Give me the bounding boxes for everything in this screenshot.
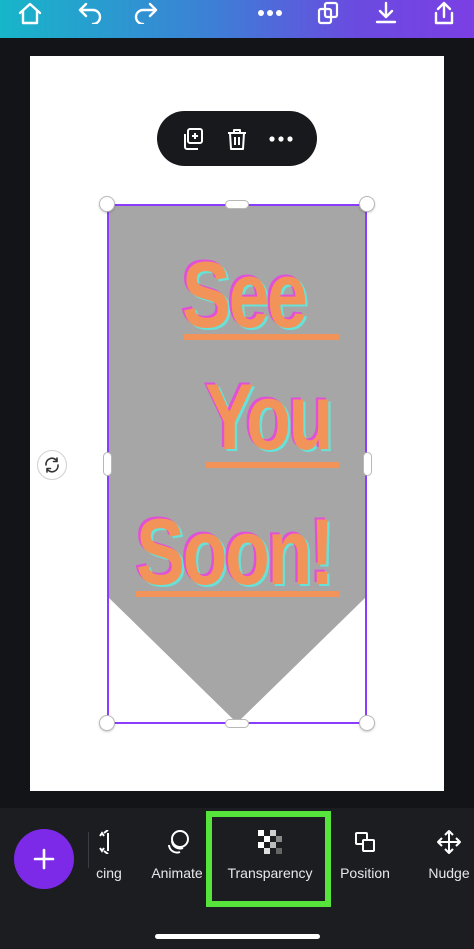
resize-handle-right[interactable] (363, 452, 372, 476)
selection-box (107, 204, 367, 724)
canva-editor: See You Soon! cing Animate Transparency … (0, 0, 474, 949)
trash-icon[interactable] (220, 122, 254, 156)
plus-icon (33, 848, 55, 870)
tool-label: Position (340, 865, 390, 881)
spacing-icon (94, 820, 118, 864)
resize-handle-bottom-right[interactable] (359, 715, 375, 731)
tool-label: cing (96, 865, 122, 881)
resize-handle-top[interactable] (225, 200, 249, 209)
home-indicator (155, 934, 320, 939)
add-button[interactable] (14, 829, 74, 889)
resize-handle-bottom[interactable] (225, 719, 249, 728)
nudge-icon (436, 820, 462, 864)
animate-icon (163, 820, 191, 864)
transparency-highlight (206, 811, 331, 907)
resize-handle-top-right[interactable] (359, 196, 375, 212)
duplicate-icon[interactable] (176, 122, 210, 156)
tool-animate[interactable]: Animate (148, 820, 206, 900)
resize-handle-left[interactable] (103, 452, 112, 476)
tool-spacing[interactable]: cing (86, 820, 126, 900)
redo-icon[interactable] (128, 0, 164, 26)
more-icon[interactable] (252, 0, 288, 26)
tool-label: Animate (151, 865, 203, 881)
home-icon[interactable] (12, 0, 48, 26)
tool-position[interactable]: Position (338, 820, 392, 900)
top-toolbar (0, 0, 474, 38)
share-icon[interactable] (426, 0, 462, 26)
resize-handle-top-left[interactable] (99, 196, 115, 212)
undo-icon[interactable] (72, 0, 108, 26)
tool-label: Nudge (428, 865, 470, 881)
position-icon (353, 820, 377, 864)
download-icon[interactable] (368, 0, 404, 26)
rotate-icon (45, 457, 59, 473)
more-options-icon[interactable] (264, 122, 298, 156)
element-context-menu (157, 111, 317, 166)
resize-handle-bottom-left[interactable] (99, 715, 115, 731)
tool-nudge[interactable]: Nudge (426, 820, 472, 900)
pages-icon[interactable] (310, 0, 346, 26)
rotate-handle[interactable] (37, 450, 67, 480)
